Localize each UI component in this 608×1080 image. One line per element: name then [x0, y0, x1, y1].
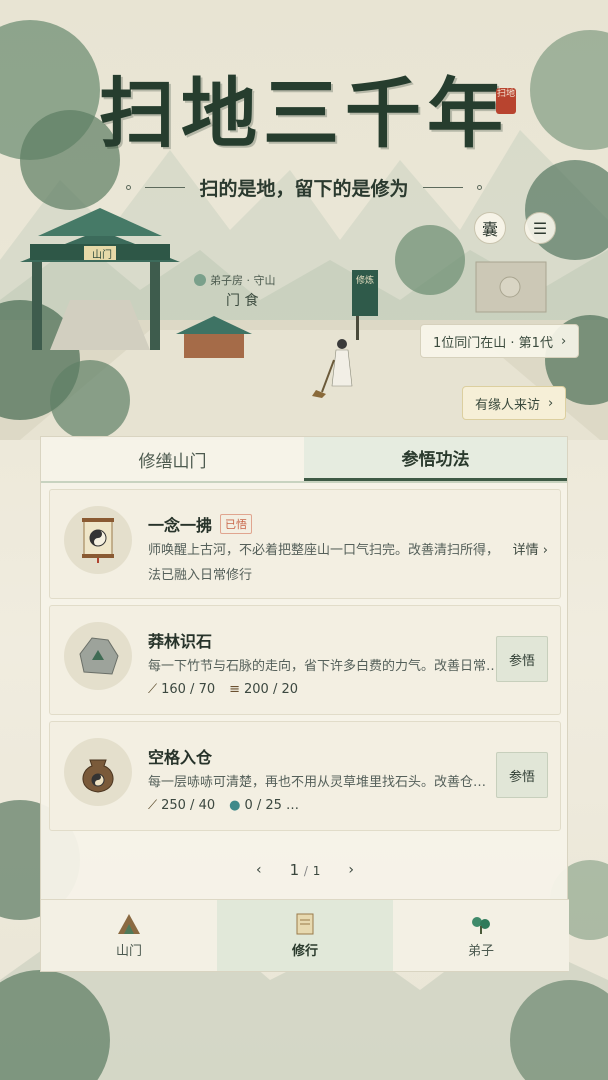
prev-page-button[interactable]: ‹	[256, 862, 262, 878]
sect-name: 弟子房 · 守山	[210, 274, 276, 287]
technique-title: 空格入仓	[148, 744, 212, 768]
nav-gate[interactable]: 山门	[41, 900, 217, 971]
disciples-count-label: 1位同门在山 · 第1代	[433, 335, 553, 351]
technique-name: 一念一拂	[148, 516, 213, 535]
broom-icon: ⟋	[148, 682, 158, 697]
chevron-right-icon: ›	[548, 395, 554, 411]
scroll-icon	[64, 506, 132, 574]
tab-repair-gate[interactable]: 修缮山门	[41, 437, 304, 481]
subtitle-ornament-left	[126, 185, 132, 190]
tab-comprehend-techniques[interactable]: 参悟功法	[304, 437, 567, 481]
technique-name: 莽林识石	[148, 632, 213, 651]
menu-button[interactable]: ☰	[524, 212, 556, 244]
cost-value: 0 / 25 …	[244, 798, 300, 813]
technique-title: 莽林识石	[148, 628, 212, 652]
subtitle-line-right	[422, 187, 463, 188]
current-page: 1	[289, 861, 300, 879]
sect-building-label[interactable]: 弟子房 · 守山	[194, 272, 276, 288]
technique-description: 每一层哧哧可清楚，再也不用从灵草堆里找石头。改善仓…	[148, 775, 487, 790]
cost-item: ⟋ 160 / 70	[148, 682, 215, 697]
cost-value: 250 / 40	[161, 798, 216, 813]
sect-sub-label: 门 食	[226, 293, 259, 309]
title-area: 扫地三千年	[0, 52, 608, 162]
game-subtitle: 扫的是地，留下的是修为	[199, 178, 409, 200]
nav-label: 弟子	[467, 944, 494, 959]
visitor-button[interactable]: 有缘人来访 ›	[462, 386, 567, 420]
details-link[interactable]: 详情 ›	[513, 538, 548, 563]
technique-title: 一念一拂 已悟	[148, 512, 253, 536]
page-separator: /	[303, 864, 308, 878]
page-indicator: 1 / 1	[290, 861, 321, 879]
nav-label: 修行	[291, 944, 318, 959]
status-badge: 已悟	[220, 514, 253, 534]
comprehend-button[interactable]: 参悟	[496, 636, 548, 682]
sect-marker-icon	[194, 274, 206, 286]
banner-text: 修炼	[356, 276, 375, 286]
visitor-label: 有缘人来访	[475, 397, 541, 413]
cost-value: 200 / 20	[244, 682, 299, 697]
cost-value: 160 / 70	[161, 682, 216, 697]
herb-icon	[472, 917, 490, 934]
technique-description: 每一下竹节与石脉的走向，省下许多白费的力气。改善日常生…	[148, 659, 502, 674]
technique-name: 空格入仓	[148, 748, 213, 767]
nav-disciples[interactable]: 弟子	[393, 900, 569, 971]
next-page-button[interactable]: ›	[348, 862, 354, 878]
technique-card[interactable]: 空格入仓 每一层哧哧可清楚，再也不用从灵草堆里找石头。改善仓… ⟋ 250 / …	[49, 721, 561, 831]
technique-card[interactable]: 莽林识石 每一下竹节与石脉的走向，省下许多白费的力气。改善日常生… ⟋ 160 …	[49, 605, 561, 715]
cultivation-panel: 修缮山门 参悟功法 一念一拂 已悟 师唤醒上古河，不必着把整座山一口气扫完。改善…	[40, 436, 569, 972]
title-seal: 扫地	[496, 88, 516, 114]
cost-row: ⟋ 160 / 70 ≡ 200 / 20	[148, 682, 298, 697]
subtitle-line-left	[145, 187, 186, 188]
total-pages: 1	[312, 864, 321, 878]
scroll-icon	[296, 913, 314, 935]
water-drop-icon: ●	[229, 798, 241, 813]
chevron-right-icon: ›	[560, 333, 567, 349]
wood-icon: ≡	[229, 682, 241, 697]
subtitle-row: 扫的是地，留下的是修为	[0, 174, 608, 201]
gate-icon	[118, 914, 140, 934]
nav-label: 山门	[115, 944, 142, 959]
comprehend-button[interactable]: 参悟	[496, 752, 548, 798]
nav-cultivation[interactable]: 修行	[217, 900, 393, 971]
bottom-nav: 山门 修行 弟子	[41, 899, 569, 971]
technique-card[interactable]: 一念一拂 已悟 师唤醒上古河，不必着把整座山一口气扫完。改善清扫所得，法已融入日…	[49, 489, 561, 599]
cost-item: ≡ 200 / 20	[229, 682, 298, 697]
panel-tabs: 修缮山门 参悟功法	[41, 437, 567, 483]
gate-sign: 山门	[92, 250, 112, 261]
disciples-count-button[interactable]: 1位同门在山 · 第1代 ›	[420, 324, 580, 358]
game-title: 扫地三千年	[99, 69, 509, 158]
stone-icon	[64, 622, 132, 690]
cost-item: ⟋ 250 / 40	[148, 798, 215, 813]
technique-description: 师唤醒上古河，不必着把整座山一口气扫完。改善清扫所得，法已融入日常修行	[148, 543, 500, 583]
pagination: ‹ 1 / 1 ›	[41, 861, 569, 879]
cost-item: ● 0 / 25 …	[229, 798, 299, 813]
subtitle-ornament-right	[476, 185, 482, 190]
cost-row: ⟋ 250 / 40 ● 0 / 25 …	[148, 798, 299, 813]
bag-button[interactable]: 囊	[474, 212, 506, 244]
broom-icon: ⟋	[148, 798, 158, 813]
pouch-icon	[64, 738, 132, 806]
